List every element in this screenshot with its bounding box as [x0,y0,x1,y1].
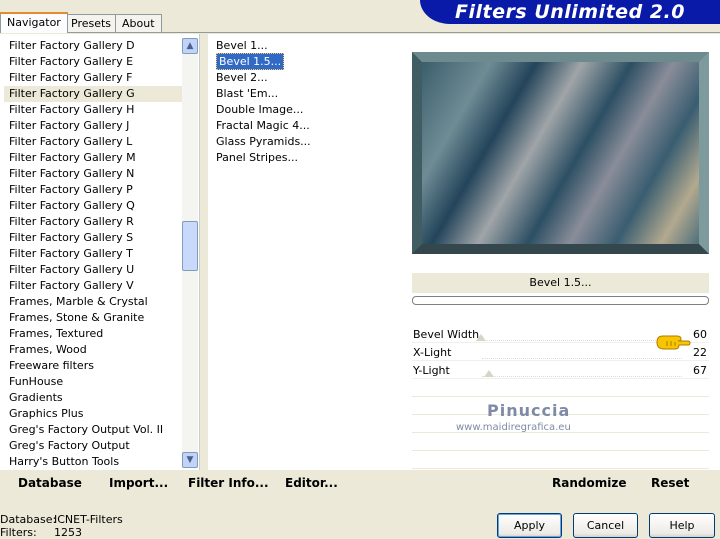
category-item[interactable]: Filter Factory Gallery M [4,150,182,166]
category-item[interactable]: Filter Factory Gallery D [4,38,182,54]
category-item[interactable]: Greg's Factory Output Vol. II [4,422,182,438]
app-banner-title: Filters Unlimited 2.0 [420,0,720,24]
param-value[interactable]: 60 [693,326,707,343]
tab-about[interactable]: About [115,14,162,33]
tab-presets[interactable]: Presets [64,14,119,33]
filter-item[interactable]: Fractal Magic 4... [212,118,402,134]
database-button[interactable]: Database [18,476,82,490]
category-item[interactable]: Frames, Marble & Crystal [4,294,182,310]
filter-item-label: Double Image... [216,103,304,116]
filter-item[interactable]: Blast 'Em... [212,86,402,102]
scroll-up-button[interactable]: ▲ [182,38,198,54]
category-item[interactable]: Filter Factory Gallery N [4,166,182,182]
category-item[interactable]: Greg's Factory Output [4,438,182,454]
filter-item-label: Bevel 1.5... [216,53,285,70]
filter-item-label: Fractal Magic 4... [216,119,310,132]
param-label: Bevel Width [413,328,480,341]
filter-item-label: Bevel 1... [216,39,268,52]
category-item[interactable]: Filter Factory Gallery Q [4,198,182,214]
category-item[interactable]: Filter Factory Gallery V [4,278,182,294]
status-label: Filters: [0,526,37,539]
slider-track[interactable] [482,328,682,341]
category-item[interactable]: Frames, Textured [4,326,182,342]
filter-item[interactable]: Bevel 1.5... [212,53,402,70]
editor-button[interactable]: Editor... [285,476,338,490]
category-scrollbar[interactable]: ▲ ▼ [182,38,198,468]
filter-item-label: Glass Pyramids... [216,135,311,148]
category-item[interactable]: Filter Factory Gallery U [4,262,182,278]
watermark-url: www.maidiregrafica.eu [456,422,571,433]
category-list-panel: Filter Factory Gallery D Filter Factory G… [0,34,200,470]
preview-image [412,52,709,254]
reset-button[interactable]: Reset [651,476,689,490]
status-value: 1253 [54,526,82,539]
apply-button[interactable]: Apply [497,513,562,538]
param-value[interactable]: 22 [693,344,707,361]
filter-list[interactable]: Bevel 1... Bevel 1.5... Bevel 2... Blast 'E… [212,38,402,166]
progress-bar [412,296,709,305]
category-item[interactable]: Filter Factory Gallery F [4,70,182,86]
randomize-button[interactable]: Randomize [552,476,626,490]
status-label: Database: [0,513,57,526]
filter-item[interactable]: Panel Stripes... [212,150,402,166]
category-item[interactable]: Filter Factory Gallery L [4,134,182,150]
filter-item[interactable]: Glass Pyramids... [212,134,402,150]
cancel-button[interactable]: Cancel [573,513,638,538]
category-list[interactable]: Filter Factory Gallery D Filter Factory G… [4,38,182,470]
help-button[interactable]: Help [649,513,715,538]
tab-divider [0,32,720,33]
pointing-hand-icon [656,335,691,350]
status-value: ICNET-Filters [54,513,123,526]
category-item[interactable]: Filter Factory Gallery P [4,182,182,198]
category-item[interactable]: Harry's Button Tools [4,454,182,470]
filter-item-label: Panel Stripes... [216,151,299,164]
param-y-light[interactable]: Y-Light 67 [412,362,709,379]
slider-track[interactable] [482,364,682,377]
toolbar: Database Import... Filter Info... Editor… [0,472,720,496]
param-empty-row [412,380,709,397]
category-item[interactable]: Filter Factory Gallery S [4,230,182,246]
filter-item-label: Blast 'Em... [216,87,279,100]
category-item[interactable]: Freeware filters [4,358,182,374]
scroll-thumb[interactable] [182,221,198,271]
slider-pointer[interactable] [476,334,486,341]
category-item[interactable]: Filter Factory Gallery H [4,102,182,118]
param-value[interactable]: 67 [693,362,707,379]
tab-navigator[interactable]: Navigator [0,12,68,33]
category-item[interactable]: Filter Factory Gallery E [4,54,182,70]
filter-item[interactable]: Bevel 2... [212,70,402,86]
param-label: X-Light [413,346,452,359]
slider-track[interactable] [482,346,682,359]
filter-info-button[interactable]: Filter Info... [188,476,269,490]
category-item[interactable]: Filter Factory Gallery R [4,214,182,230]
category-item[interactable]: FunHouse [4,374,182,390]
category-item[interactable]: Frames, Wood [4,342,182,358]
category-item[interactable]: Graphics Plus [4,406,182,422]
filter-list-panel: Bevel 1... Bevel 1.5... Bevel 2... Blast 'E… [208,34,406,470]
category-item[interactable]: Frames, Stone & Granite [4,310,182,326]
param-label: Y-Light [413,364,450,377]
param-empty-row [412,434,709,451]
category-item[interactable]: Filter Factory Gallery J [4,118,182,134]
filter-item-label: Bevel 2... [216,71,268,84]
scroll-down-button[interactable]: ▼ [182,452,198,468]
category-item[interactable]: Gradients [4,390,182,406]
filter-item[interactable]: Double Image... [212,102,402,118]
import-button[interactable]: Import... [109,476,168,490]
param-empty-row [412,452,709,469]
category-item[interactable]: Filter Factory Gallery G [4,86,182,102]
watermark-name: Pinuccia [487,401,571,420]
filter-item[interactable]: Bevel 1... [212,38,402,54]
filter-title: Bevel 1.5... [412,273,709,293]
category-item[interactable]: Filter Factory Gallery T [4,246,182,262]
slider-pointer[interactable] [484,370,494,377]
